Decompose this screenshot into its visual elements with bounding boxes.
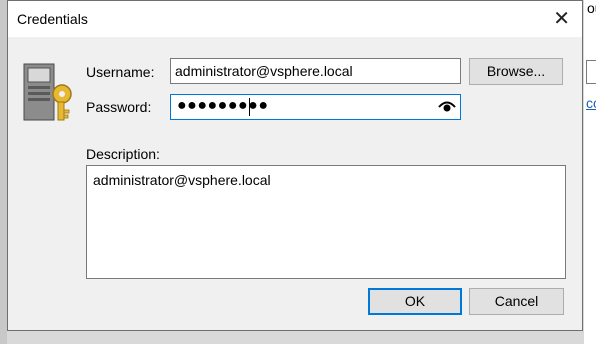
background-link[interactable]: cc	[586, 95, 596, 111]
close-icon[interactable]: ✕	[553, 7, 570, 31]
description-label: Description:	[86, 146, 160, 162]
credentials-key-icon	[23, 63, 72, 121]
background-panel	[0, 0, 7, 344]
password-mask: ●●●●●●●●●	[177, 97, 269, 114]
password-label: Password:	[86, 99, 152, 115]
background-window: ou cc	[584, 0, 596, 344]
browse-button[interactable]: Browse...	[469, 58, 563, 85]
background-field	[586, 60, 596, 84]
background-text: ou	[587, 0, 596, 16]
cancel-button[interactable]: Cancel	[469, 288, 564, 315]
dialog-titlebar: Credentials ✕	[8, 1, 582, 37]
username-label: Username:	[86, 64, 155, 80]
credentials-dialog: Credentials ✕ Username: administrator@vs…	[7, 0, 583, 331]
description-field[interactable]: administrator@vsphere.local	[86, 165, 566, 279]
text-caret	[249, 98, 250, 116]
password-field[interactable]: ●●●●●●●●●	[170, 94, 461, 120]
username-field[interactable]: administrator@vsphere.local	[170, 58, 461, 84]
dialog-title: Credentials	[17, 11, 88, 27]
eye-icon[interactable]	[438, 99, 456, 113]
ok-button[interactable]: OK	[368, 288, 462, 315]
